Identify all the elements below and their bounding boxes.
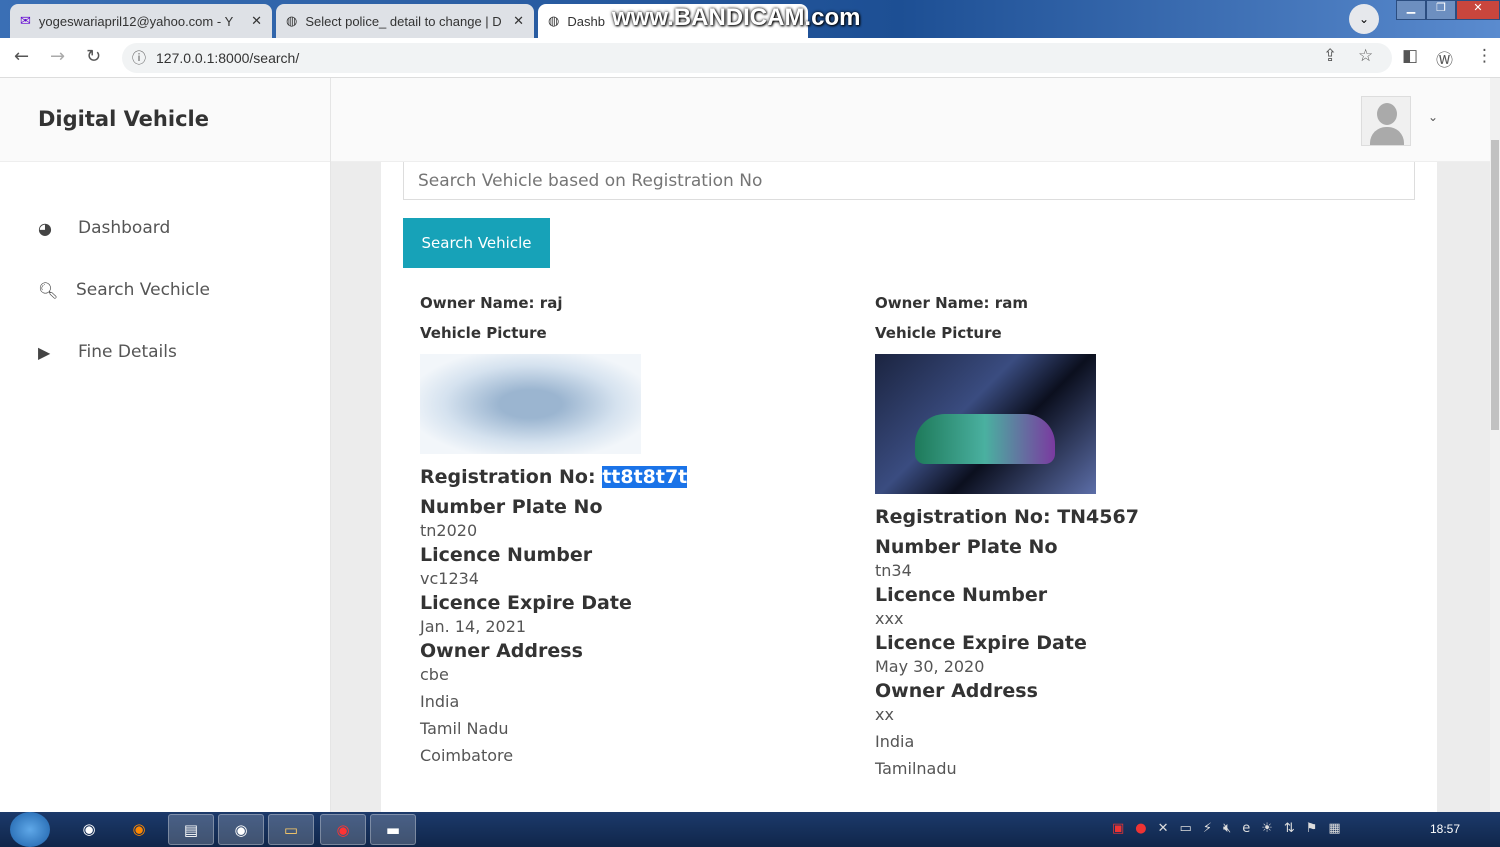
profile-icon[interactable]: Ⓦ — [1436, 46, 1453, 71]
monitor-icon[interactable]: ▭ — [1180, 821, 1192, 836]
search-vehicle-button[interactable]: Search Vehicle — [403, 218, 550, 268]
back-icon[interactable]: ← — [14, 46, 29, 67]
taskbar: ◉ ◉ ▤ ◉ ▭ ◉ ▬ ▣ ● ✕ ▭ ⚡ 🔇︎ e ☀ ⇅ ⚑ ▦ 18:57 — [0, 812, 1500, 847]
sidebar: Digital Vehicle ◕ Dashboard 🔍︎ Search Vech… — [0, 78, 331, 812]
owner-name: raj — [539, 294, 563, 312]
url-input[interactable]: ⓘ 127.0.0.1:8000/search/ — [122, 43, 1392, 73]
clock[interactable]: 18:57 — [1430, 822, 1460, 836]
vehicle-picture — [420, 354, 641, 454]
menu-icon[interactable]: ⋮ — [1476, 46, 1493, 66]
scrollbar-thumb[interactable] — [1491, 140, 1499, 430]
chevron-down-icon[interactable]: ⌄ — [1428, 110, 1438, 124]
result-card: Owner Name: raj Vehicle Picture Registra… — [420, 294, 820, 769]
explorer-taskbar-icon[interactable]: ▭ — [268, 814, 314, 845]
system-tray: ▣ ● ✕ ▭ ⚡ 🔇︎ e ☀ ⇅ ⚑ ▦ — [1112, 821, 1341, 836]
globe-icon: ◍ — [548, 13, 560, 28]
power-icon[interactable]: ⚡ — [1203, 821, 1212, 836]
browser-tab-bar: ✉ yogeswariapril12@yahoo.com - Y ✕ ◍ Select… — [0, 0, 1500, 38]
info-icon: ⓘ — [132, 50, 146, 66]
registration-no: tt8t8t7t — [602, 466, 688, 488]
plate-value: tn2020 — [420, 521, 478, 540]
chrome-active-taskbar-icon[interactable]: ◉ — [218, 814, 264, 845]
result-card: Owner Name: ram Vehicle Picture Registra… — [875, 294, 1275, 782]
owner-name: ram — [994, 294, 1028, 312]
close-tab-icon[interactable]: ✕ — [251, 13, 262, 29]
bandicam-taskbar-icon[interactable]: ◉ — [320, 814, 366, 845]
firefox-taskbar-icon[interactable]: ◉ — [116, 814, 162, 845]
share-icon[interactable]: ⇪ — [1323, 46, 1337, 66]
start-button[interactable] — [10, 812, 50, 847]
tab-search-button[interactable]: ⌄ — [1349, 4, 1379, 34]
adobe-icon[interactable]: ▣ — [1112, 821, 1124, 836]
sidebar-item-fine-details[interactable]: ▶ Fine Details — [38, 342, 177, 362]
registration-no: TN4567 — [1057, 506, 1139, 528]
minimize-button[interactable]: ▁ — [1396, 0, 1426, 20]
tab-police-detail[interactable]: ◍ Select police_ detail to change | D ✕ — [276, 4, 534, 38]
side-panel-icon[interactable]: ◧ — [1402, 46, 1418, 66]
reload-icon[interactable]: ↻ — [86, 46, 101, 67]
plate-value: tn34 — [875, 561, 912, 580]
chrome-taskbar-icon[interactable]: ◉ — [66, 814, 112, 845]
main-content: Search Vehicle Owner Name: raj Vehicle P… — [331, 162, 1490, 812]
app-icon[interactable]: ▦ — [1328, 821, 1340, 836]
watermark: www.BANDICAM.com — [612, 4, 861, 31]
tab-yahoo-mail[interactable]: ✉ yogeswariapril12@yahoo.com - Y ✕ — [10, 4, 272, 38]
search-input[interactable] — [403, 162, 1415, 200]
top-header: ⌄ — [331, 78, 1490, 162]
licence-value: xxx — [875, 609, 904, 628]
sidebar-item-dashboard[interactable]: ◕ Dashboard — [38, 218, 170, 238]
search-card: Search Vehicle Owner Name: raj Vehicle P… — [381, 162, 1437, 812]
globe-icon: ◍ — [286, 13, 298, 28]
volume-icon[interactable]: 🔇︎ — [1223, 821, 1231, 836]
dashboard-icon: ◕ — [38, 218, 52, 238]
sidebar-item-search-vehicle[interactable]: 🔍︎ Search Vechicle — [38, 280, 210, 300]
forward-icon[interactable]: → — [50, 46, 65, 67]
mail-icon: ✉ — [20, 13, 31, 28]
record-icon[interactable]: ● — [1135, 821, 1146, 836]
sync-icon[interactable]: ⇅ — [1284, 821, 1295, 836]
expire-value: May 30, 2020 — [875, 657, 985, 676]
update-icon[interactable]: e — [1242, 821, 1250, 836]
cmd-taskbar-icon[interactable]: ▬ — [370, 814, 416, 845]
bookmark-star-icon[interactable]: ☆ — [1358, 46, 1373, 66]
search-icon: 🔍︎ — [38, 280, 59, 300]
flag-icon[interactable]: ⚑ — [1306, 821, 1318, 836]
avatar[interactable] — [1361, 96, 1411, 146]
maximize-button[interactable]: ❐ — [1426, 0, 1456, 20]
close-tab-icon[interactable]: ✕ — [513, 13, 524, 29]
expire-value: Jan. 14, 2021 — [420, 617, 527, 636]
address-bar-row: ← → ↻ ⓘ 127.0.0.1:8000/search/ ⇪ ☆ ◧ Ⓦ ⋮ — [0, 38, 1500, 78]
page-scrollbar[interactable] — [1490, 78, 1500, 812]
network-icon[interactable]: ✕ — [1158, 821, 1169, 836]
close-window-button[interactable]: ✕ — [1456, 0, 1500, 20]
licence-value: vc1234 — [420, 569, 479, 588]
play-square-icon: ▶ — [38, 342, 51, 362]
brand-title: Digital Vehicle — [0, 78, 330, 162]
vehicle-picture — [875, 354, 1096, 494]
notepad-taskbar-icon[interactable]: ▤ — [168, 814, 214, 845]
brightness-icon[interactable]: ☀ — [1261, 821, 1273, 836]
